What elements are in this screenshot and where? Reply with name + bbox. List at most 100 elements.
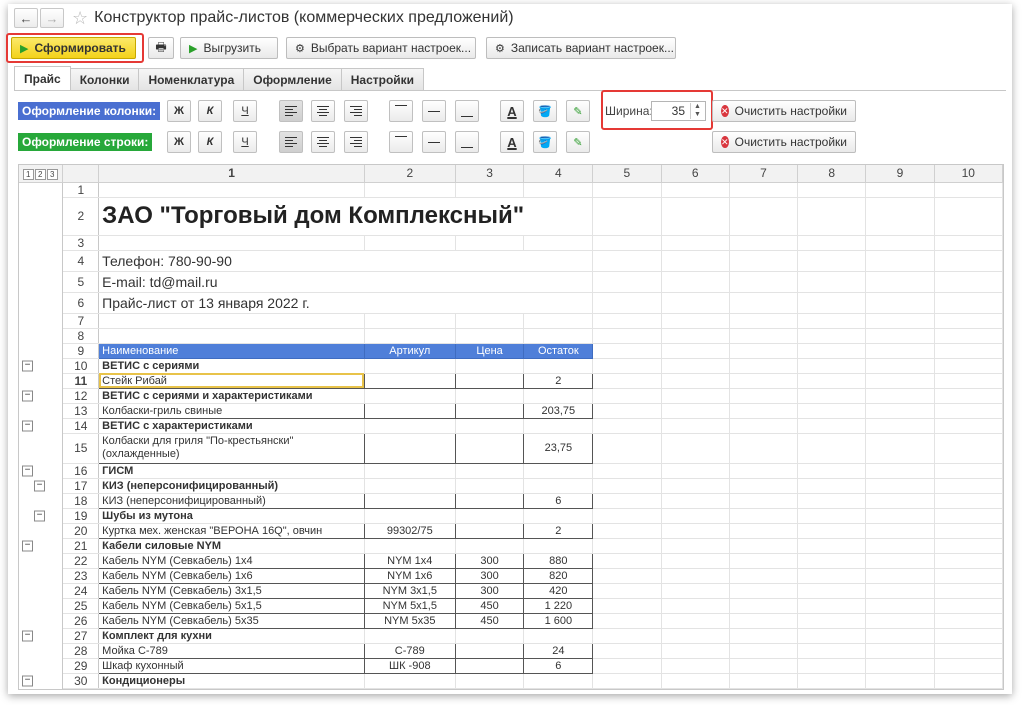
row-number[interactable]: 6 <box>62 292 100 314</box>
price-table-header[interactable]: Наименование <box>98 342 365 359</box>
cell[interactable] <box>934 463 1003 479</box>
cell[interactable] <box>865 182 935 198</box>
row-number[interactable]: 3 <box>62 235 100 251</box>
item-price[interactable] <box>454 492 525 509</box>
cell[interactable] <box>865 523 935 539</box>
cell[interactable] <box>934 343 1003 359</box>
cell[interactable] <box>934 182 1003 198</box>
column-header[interactable]: 7 <box>729 165 799 183</box>
cell[interactable] <box>592 328 662 344</box>
cell[interactable] <box>865 673 935 689</box>
cell[interactable] <box>592 673 662 689</box>
column-header[interactable]: 10 <box>934 165 1003 183</box>
row-number[interactable]: 7 <box>62 313 100 329</box>
cell[interactable] <box>661 643 730 659</box>
cell[interactable] <box>661 568 730 584</box>
cell[interactable] <box>592 583 662 599</box>
row-valign-top-button[interactable] <box>389 131 413 153</box>
item-price[interactable] <box>454 402 525 419</box>
cell[interactable] <box>797 197 867 236</box>
cell[interactable] <box>934 373 1003 389</box>
item-price[interactable] <box>454 522 525 539</box>
cell[interactable] <box>661 313 730 329</box>
cell[interactable] <box>797 271 867 293</box>
cell[interactable] <box>523 418 594 434</box>
cell[interactable] <box>865 373 935 389</box>
cell[interactable] <box>934 292 1003 314</box>
column-header[interactable]: 4 <box>523 165 594 183</box>
cell[interactable] <box>865 250 935 272</box>
cell[interactable] <box>592 658 662 674</box>
row-number[interactable]: 31 <box>62 688 100 689</box>
cell[interactable] <box>934 388 1003 404</box>
item-stock[interactable]: 420 <box>523 582 594 599</box>
row-number[interactable]: 8 <box>62 328 100 344</box>
cell[interactable] <box>865 343 935 359</box>
favorite-star-icon[interactable]: ☆ <box>72 9 88 27</box>
table-row[interactable]: 1 <box>19 182 1003 198</box>
cell[interactable] <box>934 250 1003 272</box>
cell[interactable] <box>797 553 867 569</box>
cell[interactable] <box>661 433 730 464</box>
item-name[interactable]: КИЗ (неперсонифицированный) <box>98 492 365 509</box>
phone-text[interactable]: Телефон: 780-90-90 <box>98 250 594 272</box>
cell[interactable] <box>455 628 525 644</box>
row-number[interactable]: 18 <box>62 493 100 509</box>
cell[interactable] <box>729 658 799 674</box>
column-fill-color-button[interactable]: 🪣 <box>533 100 557 122</box>
choose-variant-button[interactable]: ⚙ Выбрать вариант настроек... <box>286 37 476 59</box>
cell[interactable] <box>729 568 799 584</box>
cell[interactable] <box>865 271 935 293</box>
cell[interactable] <box>934 313 1003 329</box>
cell[interactable] <box>364 463 456 479</box>
cell[interactable] <box>934 271 1003 293</box>
cell[interactable] <box>592 553 662 569</box>
item-article[interactable] <box>363 432 456 464</box>
cell[interactable] <box>523 313 594 329</box>
cell[interactable] <box>934 688 1003 689</box>
cell[interactable] <box>729 403 799 419</box>
cell[interactable] <box>797 688 867 689</box>
row-number[interactable]: 9 <box>62 343 100 359</box>
cell[interactable] <box>592 643 662 659</box>
row-fill-color-button[interactable]: 🪣 <box>533 131 557 153</box>
item-article[interactable]: ШК -908 <box>363 657 456 674</box>
cell[interactable] <box>865 463 935 479</box>
cell[interactable] <box>797 583 867 599</box>
table-row[interactable]: − 19 Шубы из мутона <box>19 508 1003 524</box>
row-number[interactable]: 12 <box>62 388 100 404</box>
cell[interactable] <box>729 313 799 329</box>
cell[interactable] <box>592 388 662 404</box>
cell[interactable] <box>865 688 935 689</box>
row-border-color-button[interactable]: ✎ <box>566 131 590 153</box>
cell[interactable] <box>364 418 456 434</box>
cell[interactable] <box>592 418 662 434</box>
table-row[interactable]: − 12 ВЕТИС с сериями и характеристиками <box>19 388 1003 404</box>
cell[interactable] <box>797 568 867 584</box>
save-variant-button[interactable]: ⚙ Записать вариант настроек... <box>486 37 676 59</box>
cell[interactable] <box>729 643 799 659</box>
item-stock[interactable]: 820 <box>523 567 594 584</box>
item-article[interactable]: NYM 3x1,5 <box>363 582 456 599</box>
group-name[interactable]: КИЗ (неперсонифицированный) <box>98 478 365 494</box>
item-price[interactable] <box>454 372 525 389</box>
row-valign-middle-button[interactable] <box>422 131 446 153</box>
price-table-header[interactable]: Артикул <box>363 342 456 359</box>
cell[interactable] <box>661 688 730 689</box>
cell[interactable] <box>797 250 867 272</box>
cell[interactable] <box>364 328 456 344</box>
column-header[interactable]: 6 <box>661 165 730 183</box>
cell[interactable] <box>729 271 799 293</box>
cell[interactable] <box>661 583 730 599</box>
cell[interactable] <box>729 628 799 644</box>
tab-columns[interactable]: Колонки <box>69 68 140 90</box>
cell[interactable] <box>455 182 525 198</box>
column-align-left-button[interactable] <box>279 100 303 122</box>
tab-design[interactable]: Оформление <box>243 68 342 90</box>
row-number[interactable]: 21 <box>62 538 100 554</box>
cell[interactable] <box>523 673 594 689</box>
cell[interactable] <box>661 658 730 674</box>
table-row[interactable]: 29 Шкаф кухонный ШК -908 6 <box>19 657 1003 674</box>
item-name[interactable]: Кабель NYM (Севкабель) 3x1,5 <box>98 582 365 599</box>
outline-level-button[interactable]: 3 <box>46 169 58 181</box>
